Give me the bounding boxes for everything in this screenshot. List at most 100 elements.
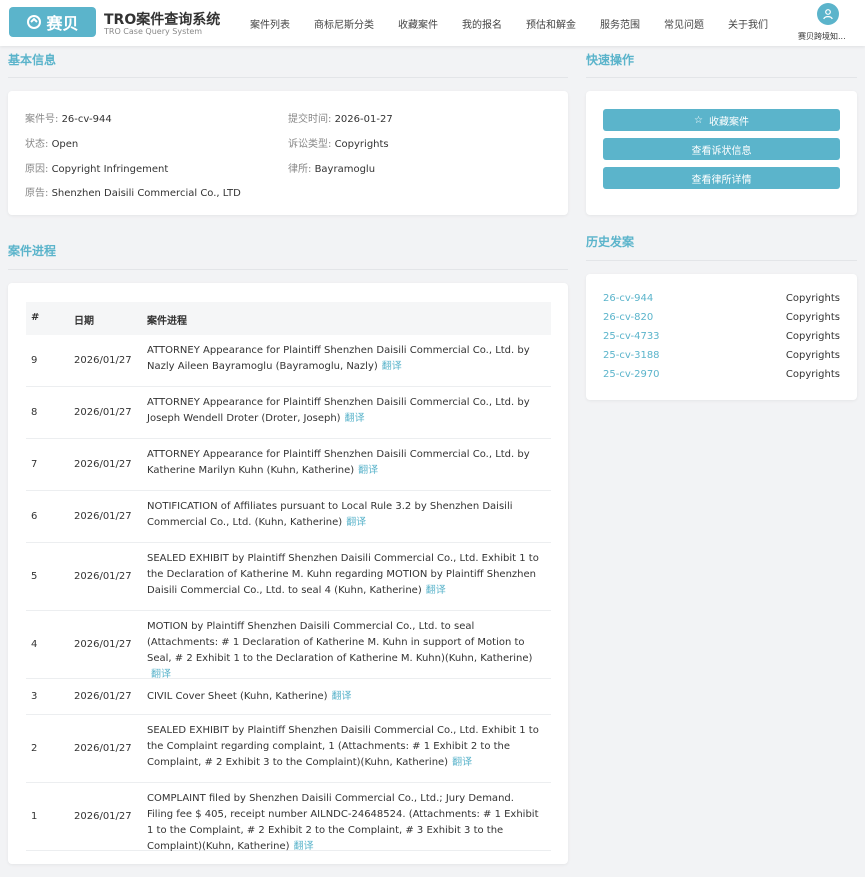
history-case-type: Copyrights [785, 312, 840, 323]
row-date: 2026/01/27 [74, 571, 132, 582]
row-progress-text: MOTION by Plaintiff Shenzhen Daisili Com… [147, 621, 533, 664]
progress-table-header: # 日期 案件进程 [26, 302, 551, 335]
table-row: 2 2026/01/27 SEALED EXHIBIT by Plaintiff… [26, 715, 551, 783]
row-progress: ATTORNEY Appearance for Plaintiff Shenzh… [147, 395, 542, 427]
logo-icon [27, 15, 42, 29]
law-firm-value: Bayramoglu [314, 164, 376, 175]
divider [8, 269, 568, 270]
row-date: 2026/01/27 [74, 811, 132, 822]
history-case-link[interactable]: 25-cv-4733 [603, 331, 660, 342]
row-progress-text: ATTORNEY Appearance for Plaintiff Shenzh… [147, 449, 530, 476]
row-num: 2 [31, 743, 38, 754]
plaintiff-label: 原告: [25, 188, 49, 199]
translate-link[interactable]: 翻译 [346, 517, 366, 528]
history-case-link[interactable]: 26-cv-944 [603, 293, 653, 304]
lawsuit-type-label: 诉讼类型: [288, 139, 332, 150]
basic-info-card: 案件号: 26-cv-944 提交时间: 2026-01-27 状态: Open… [8, 91, 568, 215]
table-row: 3 2026/01/27 CIVIL Cover Sheet (Kuhn, Ka… [26, 679, 551, 715]
row-date: 2026/01/27 [74, 639, 132, 650]
nav-faq[interactable]: 常见问题 [664, 16, 704, 31]
brand-title: TRO案件查询系统 [104, 12, 221, 28]
row-progress: COMPLAINT filed by Shenzhen Daisili Comm… [147, 791, 542, 855]
row-num: 4 [31, 639, 38, 650]
header-progress: 案件进程 [147, 316, 187, 327]
brand-subtitle: TRO Case Query System [104, 27, 203, 36]
row-progress: MOTION by Plaintiff Shenzhen Daisili Com… [147, 619, 542, 683]
user-avatar[interactable] [817, 3, 839, 25]
table-row: 8 2026/01/27 ATTORNEY Appearance for Pla… [26, 387, 551, 439]
row-progress: SEALED EXHIBIT by Plaintiff Shenzhen Dai… [147, 551, 542, 599]
row-date: 2026/01/27 [74, 355, 132, 366]
case-progress-card: # 日期 案件进程 9 2026/01/27 ATTORNEY Appearan… [8, 283, 568, 864]
translate-link[interactable]: 翻译 [358, 465, 378, 476]
table-row: 5 2026/01/27 SEALED EXHIBIT by Plaintiff… [26, 543, 551, 611]
nav-about-us[interactable]: 关于我们 [728, 16, 768, 31]
logo[interactable]: 赛贝 [9, 7, 96, 37]
favorite-case-label: 收藏案件 [708, 116, 749, 128]
cause-value: Copyright Infringement [51, 164, 169, 175]
translate-link[interactable]: 翻译 [382, 361, 402, 372]
user-name[interactable]: 赛贝跨境知... [798, 31, 846, 42]
nav-favorites[interactable]: 收藏案件 [398, 16, 438, 31]
history-row: 25-cv-3188 Copyrights [603, 350, 840, 364]
case-progress-title: 案件进程 [8, 244, 57, 258]
history-cases-title: 历史发案 [586, 235, 635, 249]
cause-field: 原因: Copyright Infringement [25, 160, 168, 175]
submit-time-field: 提交时间: 2026-01-27 [288, 110, 393, 125]
row-progress-text: COMPLAINT filed by Shenzhen Daisili Comm… [147, 793, 539, 852]
divider [8, 77, 568, 78]
translate-link[interactable]: 翻译 [345, 413, 365, 424]
row-date: 2026/01/27 [74, 743, 132, 754]
quick-actions-card: ☆ 收藏案件 查看诉状信息 查看律所详情 [586, 91, 857, 215]
row-num: 1 [31, 811, 38, 822]
history-case-link[interactable]: 26-cv-820 [603, 312, 653, 323]
submit-time-value: 2026-01-27 [334, 114, 393, 125]
history-case-type: Copyrights [785, 331, 840, 342]
translate-link[interactable]: 翻译 [294, 841, 314, 852]
row-progress-text: ATTORNEY Appearance for Plaintiff Shenzh… [147, 397, 530, 424]
row-num: 9 [31, 355, 38, 366]
divider [586, 77, 857, 78]
submit-time-label: 提交时间: [288, 114, 332, 125]
case-number-field: 案件号: 26-cv-944 [25, 110, 112, 125]
nav-nice-classification[interactable]: 商标尼斯分类 [314, 16, 374, 31]
history-case-type: Copyrights [785, 369, 840, 380]
nav-service-scope[interactable]: 服务范围 [600, 16, 640, 31]
table-row: 4 2026/01/27 MOTION by Plaintiff Shenzhe… [26, 611, 551, 680]
law-firm-field: 律所: Bayramoglu [288, 160, 375, 175]
quick-actions-title: 快速操作 [586, 53, 635, 67]
case-number-value: 26-cv-944 [61, 114, 112, 125]
row-progress: ATTORNEY Appearance for Plaintiff Shenzh… [147, 343, 542, 375]
row-progress: CIVIL Cover Sheet (Kuhn, Katherine) 翻译 [147, 689, 542, 705]
translate-link[interactable]: 翻译 [426, 585, 446, 596]
row-progress: SEALED EXHIBIT by Plaintiff Shenzhen Dai… [147, 723, 542, 771]
row-date: 2026/01/27 [74, 407, 132, 418]
cause-label: 原因: [25, 164, 49, 175]
history-case-link[interactable]: 25-cv-3188 [603, 350, 660, 361]
translate-link[interactable]: 翻译 [452, 757, 472, 768]
row-num: 8 [31, 407, 38, 418]
case-number-label: 案件号: [25, 114, 59, 125]
basic-info-title: 基本信息 [8, 53, 57, 67]
history-cases-card: 26-cv-944 Copyrights 26-cv-820 Copyright… [586, 274, 857, 400]
nav-case-list[interactable]: 案件列表 [250, 16, 290, 31]
view-law-firm-button[interactable]: 查看律所详情 [603, 167, 840, 189]
table-row: 7 2026/01/27 ATTORNEY Appearance for Pla… [26, 439, 551, 491]
history-case-link[interactable]: 25-cv-2970 [603, 369, 660, 380]
row-num: 7 [31, 459, 38, 470]
view-complaint-button[interactable]: 查看诉状信息 [603, 138, 840, 160]
history-row: 25-cv-4733 Copyrights [603, 331, 840, 345]
top-header: 赛贝 TRO案件查询系统 TRO Case Query System 案件列表 … [0, 0, 865, 46]
row-num: 3 [31, 691, 38, 702]
user-icon [823, 9, 833, 20]
star-icon: ☆ [694, 114, 703, 126]
nav-settlement-estimate[interactable]: 预估和解金 [526, 16, 576, 31]
history-case-type: Copyrights [785, 350, 840, 361]
plaintiff-field: 原告: Shenzhen Daisili Commercial Co., LTD [25, 184, 241, 199]
translate-link[interactable]: 翻译 [332, 691, 352, 702]
nav-my-registrations[interactable]: 我的报名 [462, 16, 502, 31]
row-progress-text: SEALED EXHIBIT by Plaintiff Shenzhen Dai… [147, 725, 539, 768]
favorite-case-button[interactable]: ☆ 收藏案件 [603, 109, 840, 131]
status-value: Open [51, 139, 79, 150]
row-num: 6 [31, 511, 38, 522]
